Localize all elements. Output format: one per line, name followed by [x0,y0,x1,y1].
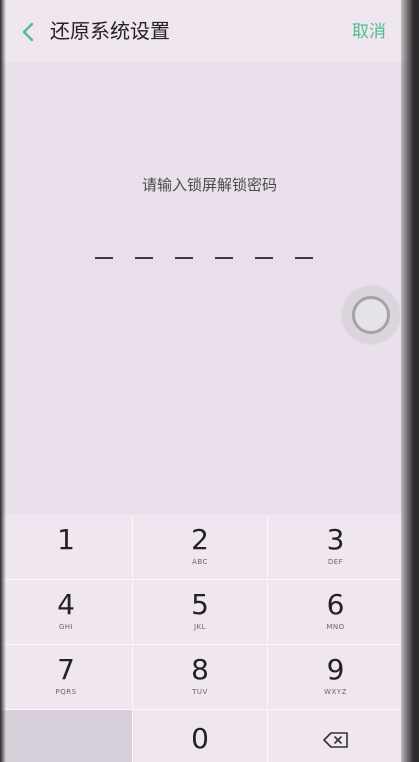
backspace-icon [322,732,348,748]
page-title: 还原系统设置 [50,19,170,43]
passcode-slot [215,257,233,259]
key-digit: 5 [191,588,209,621]
key-1[interactable]: 1 [0,515,132,579]
assistive-touch-icon [352,296,390,334]
key-blank [0,710,132,762]
key-digit: 9 [326,653,345,686]
key-digit: 3 [326,523,345,556]
key-letters: GHI [58,623,74,631]
key-5[interactable]: 5 JKL [133,580,267,644]
key-letters: DEF [327,558,344,566]
passcode-prompt: 请输入锁屏解锁密码 [141,176,277,194]
key-digit: 1 [57,523,75,556]
key-letters: TUV [192,688,208,696]
key-digit: 8 [191,653,209,686]
key-digit: 7 [57,653,75,686]
key-4[interactable]: 4 GHI [0,580,132,644]
key-letters: JKL [193,623,207,631]
back-button[interactable] [14,18,42,46]
key-9[interactable]: 9 WXYZ [268,645,403,709]
passcode-slot [175,257,193,259]
key-8[interactable]: 8 TUV [133,645,267,709]
passcode-slot [295,257,313,259]
key-7[interactable]: 7 PQRS [0,645,132,709]
key-digit: 4 [57,588,75,621]
device-bezel-left [0,0,6,762]
passcode-slots [95,257,313,259]
key-letters: MNO [326,623,345,631]
key-2[interactable]: 2 ABC [133,515,267,579]
key-3[interactable]: 3 DEF [268,515,403,579]
key-letters: ABC [192,558,208,566]
key-digit: 2 [191,523,209,556]
key-6[interactable]: 6 MNO [268,580,403,644]
key-letters: WXYZ [324,688,347,696]
assistive-touch-button[interactable] [343,287,399,343]
key-0[interactable]: 0 [133,710,267,762]
passcode-slot [95,257,113,259]
numeric-keypad: 1 2 ABC 3 DEF 4 GHI 5 JKL 6 MNO 7 PQRS 8… [0,515,403,762]
key-digit: 0 [191,722,209,755]
passcode-slot [135,257,153,259]
chevron-left-icon [22,22,34,42]
key-letters: PQRS [55,688,77,696]
device-bezel-right [401,0,419,762]
header-bar: 还原系统设置 取消 [0,0,419,62]
cancel-button[interactable]: 取消 [352,19,386,45]
delete-button[interactable] [268,710,403,762]
key-digit: 6 [326,588,345,621]
passcode-slot [255,257,273,259]
